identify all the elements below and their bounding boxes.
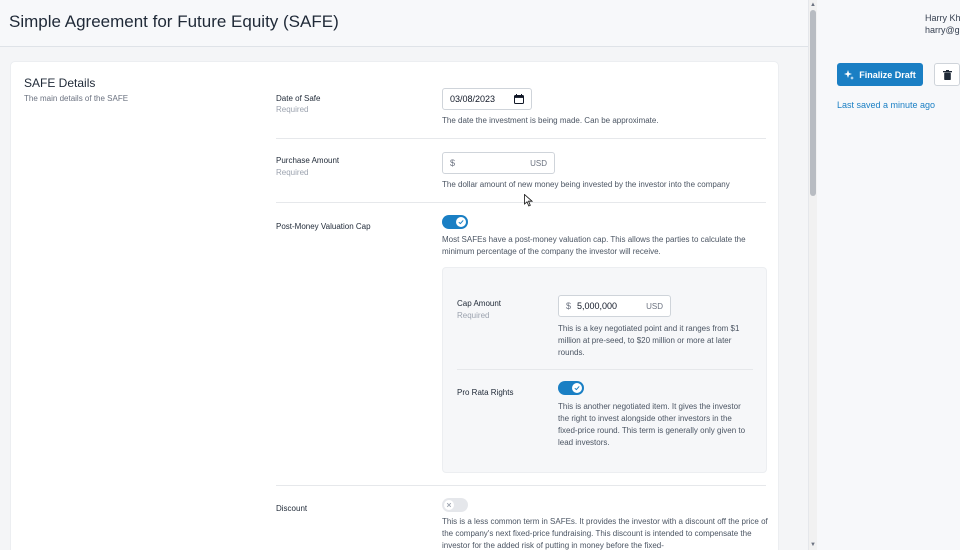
cap-amount-input[interactable]: $ 5,000,000 USD — [558, 295, 671, 317]
purchase-amount-input[interactable]: $ USD — [442, 152, 555, 174]
purchase-currency: USD — [530, 158, 547, 168]
discount-help: This is a less common term in SAFEs. It … — [442, 517, 768, 550]
trash-icon — [942, 69, 952, 80]
date-of-safe-required: Required — [276, 105, 309, 114]
discount-label: Discount — [276, 504, 308, 513]
finalize-draft-label: Finalize Draft — [859, 69, 916, 80]
date-of-safe-value: 03/08/2023 — [450, 94, 496, 104]
date-of-safe-input[interactable]: 03/08/2023 — [442, 88, 532, 110]
divider — [276, 202, 766, 203]
cap-amount-label: Cap Amount — [457, 299, 502, 308]
pro-rata-help: This is another negotiated item. It give… — [558, 402, 746, 447]
discount-toggle[interactable] — [442, 498, 468, 512]
divider — [457, 369, 753, 370]
purchase-amount-help: The dollar amount of new money being inv… — [442, 180, 730, 189]
header-bar: Simple Agreement for Future Equity (SAFE… — [0, 0, 808, 47]
section-description: The main details of the SAFE — [24, 94, 129, 103]
sparkle-icon — [844, 69, 855, 80]
scroll-up-arrow-icon[interactable]: ▲ — [810, 2, 816, 8]
toggle-knob — [444, 500, 454, 510]
check-icon — [574, 386, 580, 391]
cap-amount-value: 5,000,000 — [577, 301, 618, 311]
divider — [276, 485, 766, 486]
cap-amount-required: Required — [457, 311, 490, 320]
valuation-cap-toggle[interactable] — [442, 215, 468, 229]
page-scrollbar[interactable]: ▲ ▼ — [808, 0, 817, 550]
pro-rata-label: Pro Rata Rights — [457, 388, 514, 397]
purchase-amount-required: Required — [276, 168, 309, 177]
check-icon — [458, 220, 464, 225]
purchase-dollar-symbol: $ — [450, 158, 456, 168]
purchase-amount-label: Purchase Amount — [276, 156, 340, 165]
cap-amount-help: This is a key negotiated point and it ra… — [558, 324, 740, 357]
toggle-knob — [572, 383, 582, 393]
last-saved-status: Last saved a minute ago — [837, 100, 936, 110]
finalize-draft-button[interactable]: Finalize Draft — [837, 63, 923, 86]
date-of-safe-help: The date the investment is being made. C… — [442, 116, 659, 125]
cursor-icon — [524, 194, 533, 207]
valuation-cap-help: Most SAFEs have a post-money valuation c… — [442, 235, 746, 256]
user-name: Harry Kh — [925, 13, 960, 23]
divider — [276, 138, 766, 139]
section-title: SAFE Details — [24, 76, 96, 90]
calendar-icon[interactable] — [514, 94, 524, 104]
safe-details-card: SAFE Details The main details of the SAF… — [10, 61, 779, 550]
valuation-cap-details-panel: Cap Amount Required $ 5,000,000 USD This… — [442, 267, 767, 473]
side-panel: Harry Kh harry@g Finalize Draft Last sav… — [817, 0, 960, 550]
user-email: harry@g — [925, 25, 960, 35]
valuation-cap-label: Post-Money Valuation Cap — [276, 222, 371, 231]
cap-currency: USD — [646, 301, 663, 311]
delete-draft-button[interactable] — [934, 63, 960, 86]
scroll-down-arrow-icon[interactable]: ▼ — [810, 542, 816, 548]
scrollbar-thumb[interactable] — [810, 10, 816, 196]
cap-dollar-symbol: $ — [566, 301, 572, 311]
pro-rata-toggle[interactable] — [558, 381, 584, 395]
page-title: Simple Agreement for Future Equity (SAFE… — [9, 12, 339, 31]
x-icon — [446, 502, 452, 508]
toggle-knob — [456, 217, 466, 227]
date-of-safe-label: Date of Safe — [276, 94, 321, 103]
user-info[interactable]: Harry Kh harry@g — [925, 12, 960, 36]
